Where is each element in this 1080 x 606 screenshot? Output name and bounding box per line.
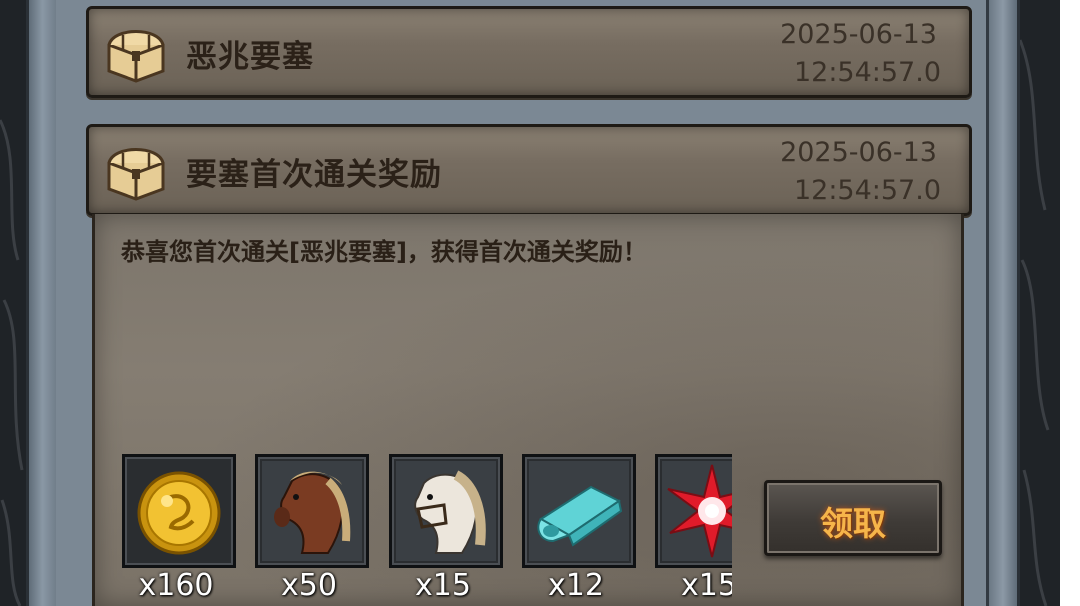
reward-slot[interactable]: [522, 454, 636, 568]
brown-horse-icon: [262, 461, 362, 561]
treasure-chest-icon: [107, 30, 165, 83]
mail-time: 12:54:57.0: [793, 175, 941, 206]
gold-coin-icon: [137, 471, 221, 555]
mail-item-header-selected[interactable]: 要塞首次通关奖励 2025-06-13 12:54:57.0: [86, 124, 972, 216]
reward-count: x12: [548, 568, 604, 603]
right-border-frame: [986, 0, 1020, 606]
claim-button-label: 领取: [820, 504, 886, 543]
mail-item-header[interactable]: 恶兆要塞 2025-06-13 12:54:57.0: [86, 6, 972, 98]
claim-button[interactable]: 领取: [764, 480, 942, 556]
mail-message: 恭喜您首次通关[恶兆要塞]，获得首次通关奖励！: [121, 238, 647, 266]
reward-count: x15: [415, 568, 471, 603]
treasure-chest-icon: [107, 148, 165, 201]
reward-slot[interactable]: [655, 454, 732, 568]
mail-time: 12:54:57.0: [793, 57, 941, 88]
game-window: 恶兆要塞 2025-06-13 12:54:57.0 要塞首次通关奖励 2025…: [0, 0, 1060, 606]
red-crystal-icon: [662, 461, 732, 561]
reward-slot[interactable]: [122, 454, 236, 568]
mail-title: 要塞首次通关奖励: [186, 157, 442, 193]
reward-count: x160: [138, 568, 214, 603]
reward-clip: x15: [655, 444, 732, 606]
cloth-bolt-icon: [529, 461, 629, 561]
reward-slot[interactable]: [255, 454, 369, 568]
white-horse-icon: [396, 461, 496, 561]
reward-slot[interactable]: [389, 454, 503, 568]
mail-date: 2025-06-13: [780, 137, 937, 168]
reward-count: x15: [681, 568, 732, 603]
reward-count: x50: [281, 568, 337, 603]
mail-title: 恶兆要塞: [186, 39, 314, 75]
mail-date: 2025-06-13: [780, 19, 937, 50]
